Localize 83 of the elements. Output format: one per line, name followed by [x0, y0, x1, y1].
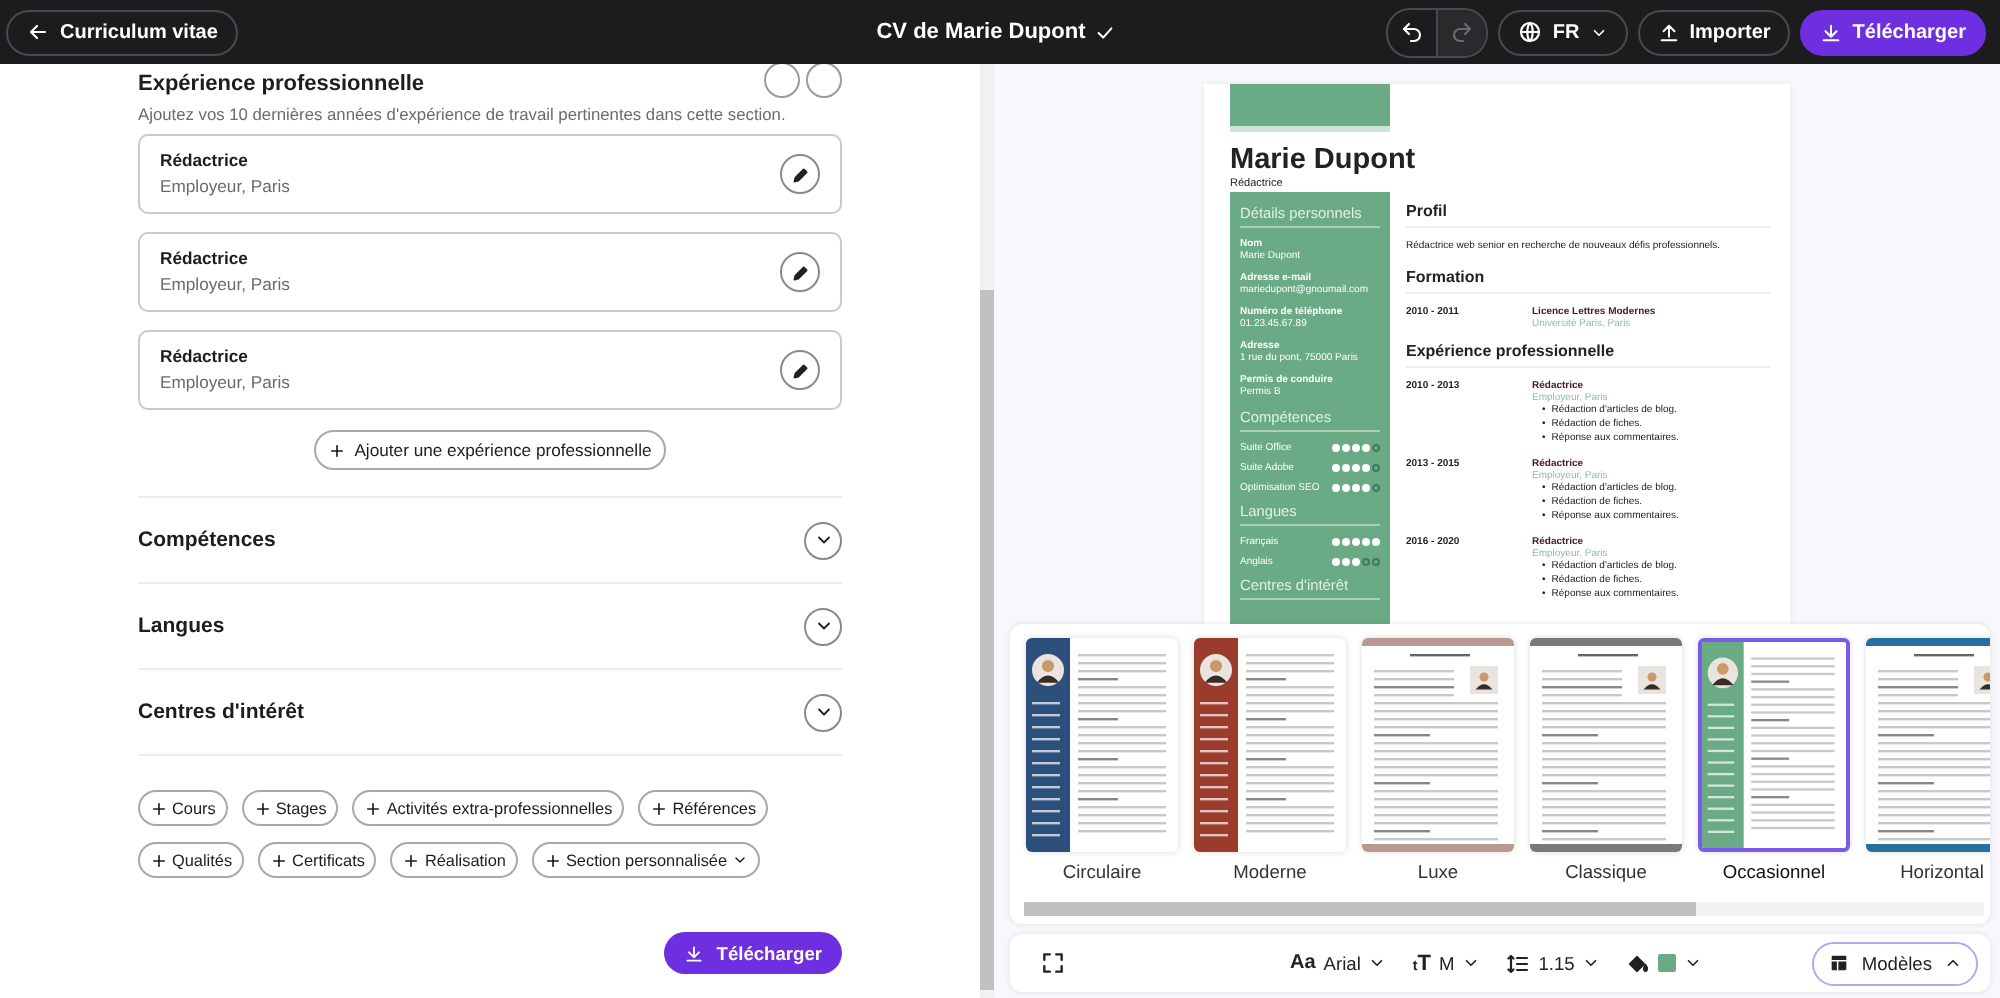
plus-icon — [328, 441, 347, 459]
add-experience-button[interactable]: Ajouter une expérience professionnelle — [314, 430, 666, 470]
plus-icon — [150, 799, 168, 817]
template-thumbnail[interactable] — [1194, 638, 1346, 852]
chevron-down-icon — [731, 852, 748, 868]
template-name: Luxe — [1417, 862, 1459, 882]
pencil-icon — [789, 261, 811, 283]
edit-button[interactable] — [780, 252, 820, 292]
add-section-chip[interactable]: Certificats — [258, 842, 377, 878]
add-section-chip[interactable]: Cours — [138, 790, 228, 826]
section-title: Expérience professionnelle — [138, 71, 425, 95]
chevron-up-icon — [1944, 954, 1962, 972]
resume-section-title: Profil — [1406, 202, 1770, 228]
template-thumbnail[interactable] — [1362, 638, 1514, 852]
arrow-left-icon — [26, 20, 50, 44]
resume-section-title: Formation — [1406, 268, 1770, 294]
entry-title: Rédactrice — [160, 148, 250, 174]
template-name: Moderne — [1233, 862, 1307, 882]
line-spacing-dropdown[interactable]: 1.15 — [1496, 943, 1611, 983]
add-section-chip[interactable]: Activités extra-professionnelles — [352, 790, 625, 826]
check-icon — [1093, 21, 1116, 43]
language-dropdown[interactable]: FR — [1498, 9, 1628, 55]
plus-icon — [543, 851, 562, 869]
resume-section-title: Expérience professionnelle — [1406, 342, 1770, 368]
template-thumbnail[interactable] — [1866, 638, 1990, 852]
edit-button[interactable] — [780, 154, 820, 194]
plus-icon — [270, 851, 289, 869]
section-description: Ajoutez vos 10 dernières années d'expérience de travail pertinentes dans cette section. — [138, 102, 788, 126]
template-thumbnail[interactable] — [1026, 638, 1178, 852]
add-section-chip[interactable]: Section personnalisée — [531, 842, 760, 878]
resume-name: Marie Dupont — [1230, 144, 1418, 176]
import-button[interactable]: Importer — [1637, 9, 1791, 55]
redo-icon — [1450, 20, 1475, 44]
entry-title: Rédactrice — [160, 344, 250, 370]
chevron-down-icon — [1582, 954, 1601, 972]
download-button[interactable]: Télécharger — [664, 932, 842, 974]
section-title: Langues — [138, 614, 225, 638]
download-icon — [684, 943, 705, 963]
back-button[interactable]: Curriculum vitae — [6, 9, 238, 55]
add-section-chip[interactable]: Qualités — [138, 842, 245, 878]
download-icon — [1820, 21, 1843, 43]
section-action-button[interactable] — [764, 64, 800, 97]
plus-icon — [364, 799, 383, 817]
section-title: Centres d'intérêt — [138, 700, 305, 724]
chevron-down-icon — [1462, 954, 1481, 972]
undo-icon — [1400, 20, 1425, 44]
pencil-icon — [789, 163, 811, 185]
upload-icon — [1657, 21, 1680, 43]
plus-icon — [253, 799, 272, 817]
template-name: Occasionnel — [1722, 862, 1826, 882]
templates-button[interactable]: Modèles — [1811, 941, 1978, 985]
chevron-down-icon — [1368, 954, 1387, 972]
fullscreen-icon — [1040, 950, 1066, 976]
plus-icon — [402, 851, 421, 869]
template-name: Horizontal — [1900, 862, 1984, 882]
pencil-icon — [789, 359, 811, 381]
template-thumbnail[interactable] — [1530, 638, 1682, 852]
line-spacing-icon — [1506, 951, 1531, 975]
globe-icon — [1518, 20, 1543, 44]
entry-subtitle: Employeur, Paris — [160, 370, 290, 396]
expand-button[interactable] — [804, 521, 842, 559]
chevron-down-icon — [1684, 954, 1703, 972]
plus-icon — [150, 851, 168, 869]
layout-icon — [1827, 952, 1850, 974]
download-button[interactable]: Télécharger — [1800, 9, 1986, 55]
entry-subtitle: Employeur, Paris — [160, 174, 290, 200]
document-title: CV de Marie Dupont — [876, 20, 1086, 44]
plus-icon — [650, 799, 669, 817]
template-thumbnail[interactable] — [1698, 638, 1850, 852]
section-title: Compétences — [138, 528, 276, 552]
entry-subtitle: Employeur, Paris — [160, 272, 290, 298]
add-section-chip[interactable]: Réalisation — [390, 842, 518, 878]
add-section-chip[interactable]: Stages — [241, 790, 339, 826]
add-section-chip[interactable]: Références — [638, 790, 769, 826]
paint-bucket-icon — [1626, 951, 1651, 975]
entry-title: Rédactrice — [160, 246, 250, 272]
section-action-button[interactable] — [806, 64, 842, 97]
font-dropdown[interactable]: Aa Arial — [1280, 943, 1397, 983]
template-name: Circulaire — [1062, 862, 1142, 882]
expand-button[interactable] — [804, 693, 842, 731]
edit-button[interactable] — [780, 350, 820, 390]
expand-button[interactable] — [804, 607, 842, 645]
template-name: Classique — [1565, 862, 1647, 882]
